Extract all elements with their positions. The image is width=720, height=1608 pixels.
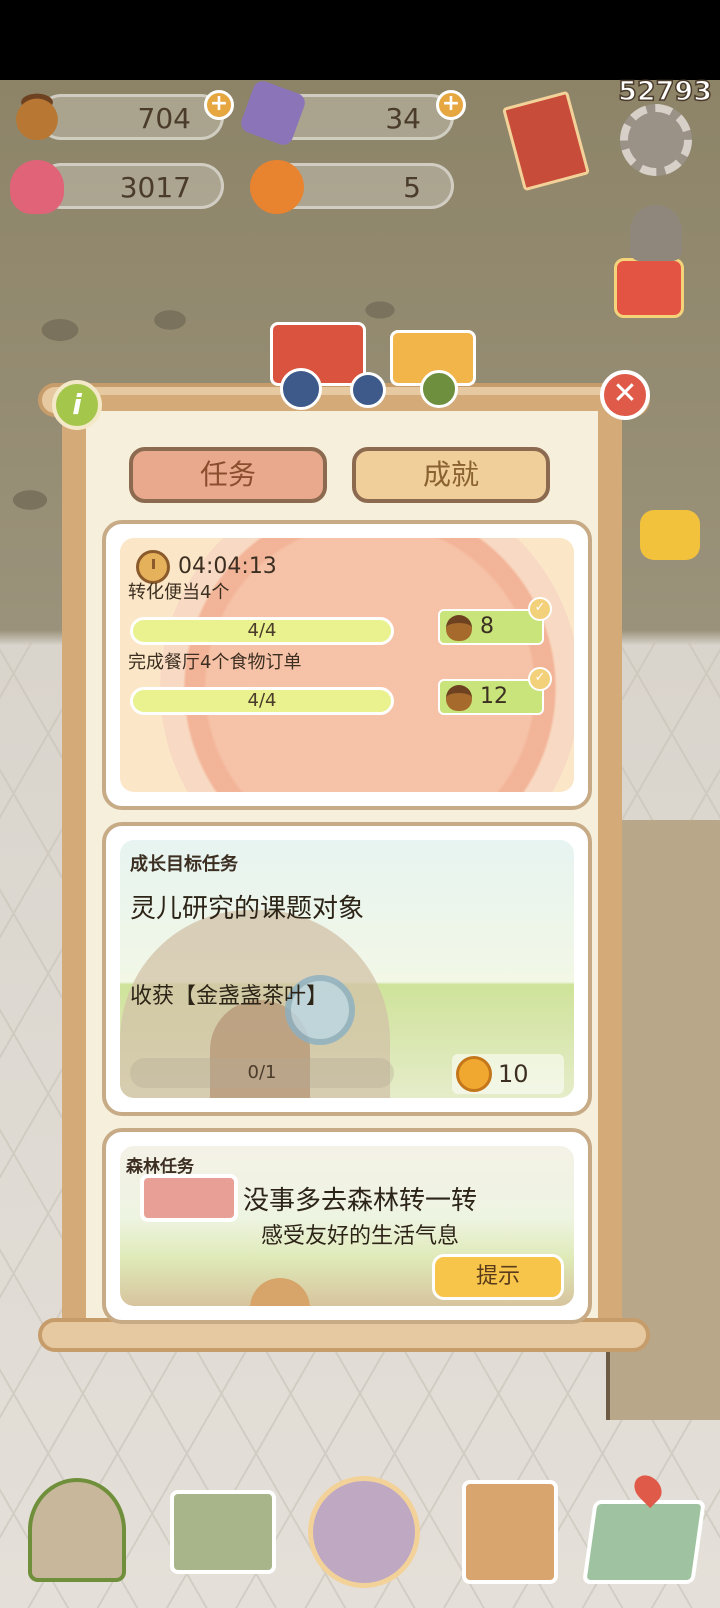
heart-icon <box>10 160 64 214</box>
gift-icon[interactable] <box>614 258 684 318</box>
character-icon[interactable] <box>308 1470 420 1590</box>
forest-task-main: 没事多去森林转一转 <box>242 1186 477 1216</box>
sloth-icon <box>630 205 682 261</box>
growth-progress-bar: 0/1 <box>130 1058 394 1088</box>
tab-task[interactable]: 任务 <box>129 447 327 503</box>
add-acorn-button[interactable]: + <box>204 90 234 120</box>
add-gem-button[interactable]: + <box>436 90 466 120</box>
bell-icon <box>456 1056 492 1092</box>
house-icon[interactable] <box>22 1470 132 1590</box>
forest-task-title: 森林任务 <box>126 1157 194 1177</box>
mail-icon[interactable] <box>170 1470 280 1590</box>
toy-train-icon <box>240 312 480 410</box>
task-reward[interactable]: 8 ✓ <box>438 597 552 645</box>
gear-icon[interactable] <box>620 104 692 176</box>
acorn-icon <box>446 615 472 641</box>
growth-progress-text: 0/1 <box>247 1062 277 1083</box>
growth-task-sub: 收获【金盏盏茶叶】 <box>130 984 329 1009</box>
task-progress-bar: 4/4 <box>130 687 394 715</box>
tab-achievement[interactable]: 成就 <box>352 447 550 503</box>
growth-task-main: 灵儿研究的课题对象 <box>130 894 365 924</box>
growth-reward: 10 <box>452 1054 564 1094</box>
task-reward-value: 8 <box>480 614 494 639</box>
chick-tv-icon[interactable] <box>640 510 700 560</box>
growth-reward-value: 10 <box>498 1060 529 1088</box>
task-progress-bar: 4/4 <box>130 617 394 645</box>
stump-illustration <box>250 1278 310 1306</box>
orange-icon <box>250 160 304 214</box>
acorn-count: 704 <box>137 102 191 135</box>
heart-counter: 3017 <box>38 163 224 209</box>
task-name: 完成餐厅4个食物订单 <box>128 652 302 673</box>
task-progress-text: 4/4 <box>247 620 277 641</box>
forest-task-sub: 感受友好的生活气息 <box>260 1224 459 1249</box>
hint-button[interactable]: 提示 <box>432 1254 564 1300</box>
map-icon[interactable] <box>582 1469 706 1590</box>
acorn-counter: 704 <box>38 94 224 140</box>
clipboard-icon[interactable] <box>462 1470 572 1590</box>
acorn-icon <box>10 86 64 140</box>
info-button[interactable]: i <box>52 380 102 430</box>
gem-count: 34 <box>385 102 421 135</box>
user-id: 52793 <box>617 75 712 108</box>
task-reward[interactable]: 12 ✓ <box>438 667 552 715</box>
heart-count: 3017 <box>119 171 191 204</box>
close-button[interactable]: ✕ <box>600 370 650 420</box>
timer-text: 04:04:13 <box>178 554 277 579</box>
check-icon: ✓ <box>528 597 552 621</box>
fruit-count: 5 <box>403 171 421 204</box>
growth-task-title: 成长目标任务 <box>130 854 238 875</box>
task-progress-text: 4/4 <box>247 690 277 711</box>
task-name: 转化便当4个 <box>128 582 230 603</box>
task-reward-value: 12 <box>480 684 508 709</box>
check-icon: ✓ <box>528 667 552 691</box>
acorn-icon <box>446 685 472 711</box>
